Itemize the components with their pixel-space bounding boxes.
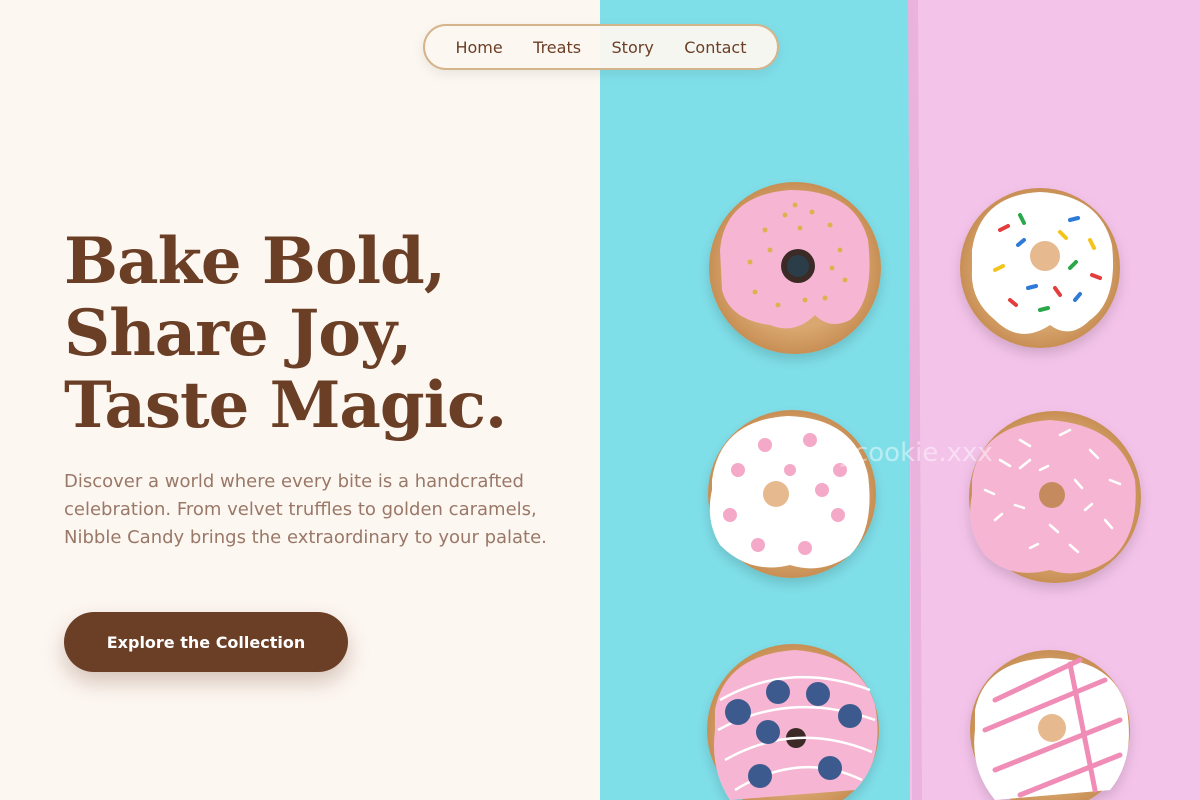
headline-line-3: Taste Magic. [64, 368, 507, 443]
hero-headline: Bake Bold, Share Joy, Taste Magic. [64, 224, 507, 443]
nav-item-story[interactable]: Story [612, 38, 654, 57]
hero-description: Discover a world where every bite is a h… [64, 471, 547, 548]
donut-white-rainbow [960, 188, 1120, 348]
explore-collection-button[interactable]: Explore the Collection [64, 612, 348, 672]
donut-photo [600, 0, 1200, 800]
nav-item-home[interactable]: Home [455, 38, 502, 57]
donut-pink-gold [709, 182, 881, 354]
watermark-text: funnycookie.xxx [780, 438, 993, 468]
donut-white-pink-dots [708, 410, 876, 578]
landing-page: Bake Bold, Share Joy, Taste Magic. Disco… [0, 0, 1200, 800]
headline-line-2: Share Joy, [64, 296, 412, 371]
nav-item-treats[interactable]: Treats [533, 38, 581, 57]
nav-item-contact[interactable]: Contact [684, 38, 746, 57]
donut-illustration [600, 0, 1200, 800]
headline-line-1: Bake Bold, [64, 224, 446, 299]
top-nav: Home Treats Story Contact [423, 24, 779, 70]
hero-section: Bake Bold, Share Joy, Taste Magic. Disco… [0, 0, 600, 800]
donut-pink-coconut [969, 411, 1141, 583]
